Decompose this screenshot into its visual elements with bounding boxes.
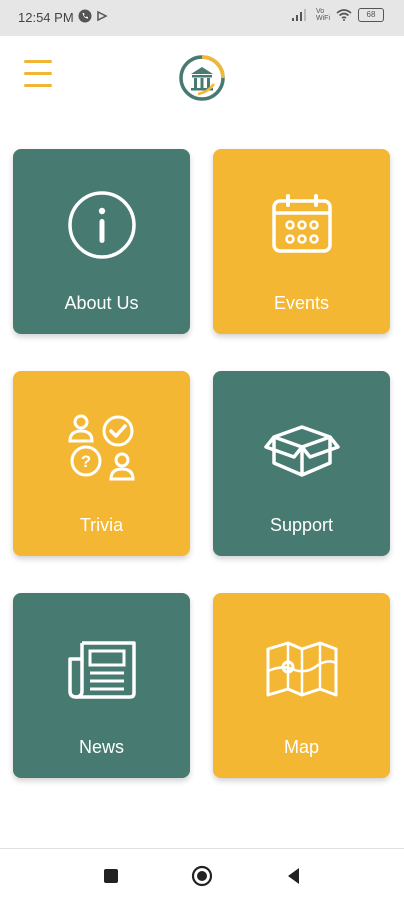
tile-trivia[interactable]: ? Trivia xyxy=(13,371,190,556)
vowifi-icon: Vo WiFi xyxy=(316,8,330,22)
app-header xyxy=(0,36,404,122)
hamburger-icon-bar xyxy=(24,60,52,63)
hamburger-icon-bar xyxy=(24,72,52,75)
status-left-icons xyxy=(78,9,108,23)
info-icon xyxy=(67,191,136,259)
status-bar: 12:54 PM Vo WiFi 68 xyxy=(0,0,404,36)
tile-events[interactable]: Events xyxy=(213,149,390,334)
newspaper-icon xyxy=(67,641,136,699)
museum-logo-icon xyxy=(179,55,225,101)
phone-icon xyxy=(78,9,92,23)
battery-icon: 68 xyxy=(358,8,384,22)
system-nav-bar xyxy=(0,848,404,901)
menu-button[interactable] xyxy=(24,60,54,92)
battery-level: 68 xyxy=(366,10,376,19)
home-circle-icon[interactable] xyxy=(191,865,213,887)
recents-square-icon[interactable] xyxy=(100,865,122,887)
tile-label: Trivia xyxy=(79,515,124,535)
wifi-icon xyxy=(336,9,352,21)
data-saver-icon xyxy=(97,10,108,22)
calendar-icon xyxy=(271,194,332,253)
status-right-icons: Vo WiFi 68 xyxy=(292,8,384,22)
svg-text:?: ? xyxy=(80,452,90,471)
signal-icon xyxy=(292,9,306,21)
box-icon xyxy=(263,425,340,477)
tile-about-us[interactable]: About Us xyxy=(13,149,190,334)
back-triangle-icon[interactable] xyxy=(283,865,305,887)
tile-label: Support xyxy=(269,515,334,535)
tile-support[interactable]: Support xyxy=(213,371,390,556)
tile-label: Events xyxy=(273,293,330,313)
status-time: 12:54 PM xyxy=(18,10,74,25)
tile-label: Map xyxy=(283,737,319,757)
tile-label: About Us xyxy=(64,293,139,313)
map-icon xyxy=(266,641,337,697)
tile-news[interactable]: News xyxy=(13,593,190,778)
trivia-icon: ? xyxy=(67,414,135,481)
tile-label: News xyxy=(78,737,124,757)
hamburger-icon-bar xyxy=(24,84,52,87)
tile-map[interactable]: Map xyxy=(213,593,390,778)
